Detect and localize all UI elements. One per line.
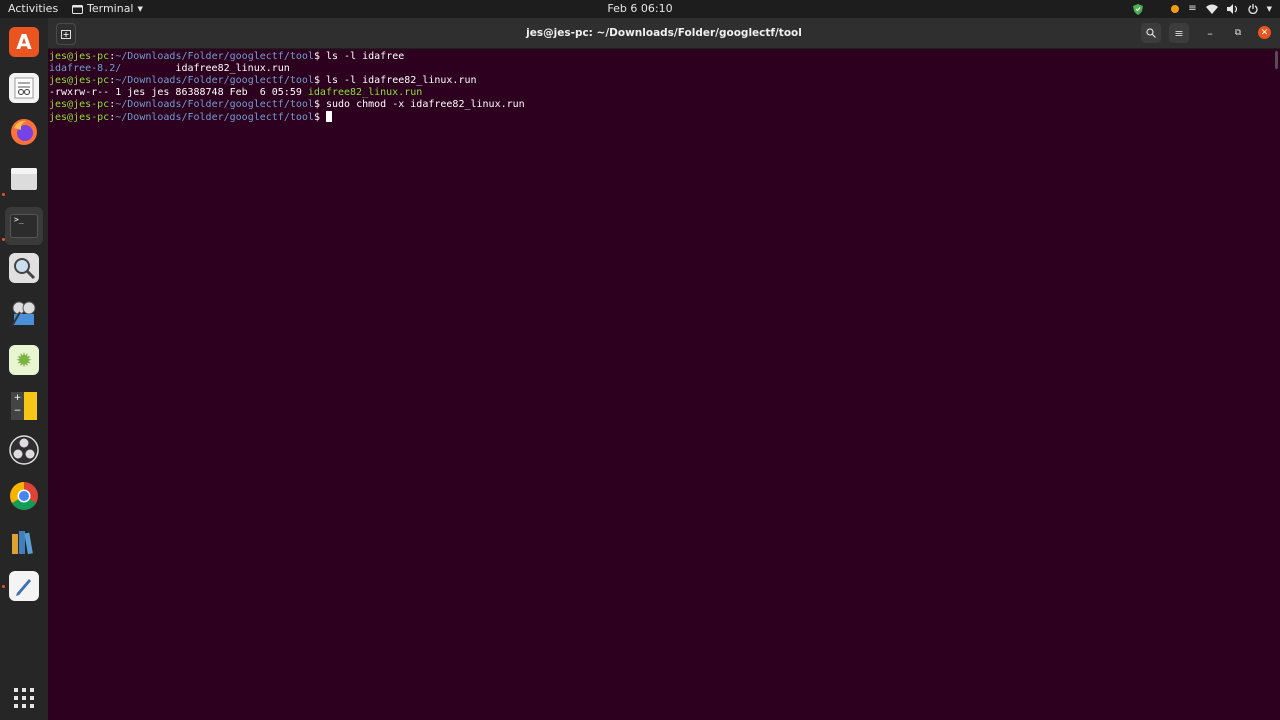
close-button[interactable]: ✕ (1258, 26, 1271, 39)
executable-file: idafree82_linux.run (307, 87, 423, 98)
system-tray[interactable]: ≡ ▼ (1133, 0, 1272, 18)
text-cursor (326, 111, 332, 122)
terminal-line: jes@jes-pc:~/Downloads/Folder/googlectf/… (49, 51, 405, 62)
command: ls -l idafree (319, 51, 405, 62)
running-indicator (2, 193, 5, 196)
command: ls -l idafree82_linux.run (319, 75, 477, 86)
hamburger-menu-button[interactable]: ≡ (1169, 23, 1189, 43)
prompt-user: jes@jes-pc (49, 99, 110, 110)
dock-ubuntu-software[interactable]: A (9, 27, 39, 57)
books-icon (12, 531, 33, 555)
calculator-icon: + − (11, 392, 37, 420)
ubuntu-software-icon: A (16, 30, 32, 54)
app-menu[interactable]: Terminal ▼ (72, 0, 143, 18)
magnifier-icon (14, 258, 36, 280)
prompt-path: ~/Downloads/Folder/googlectf/tool (115, 51, 314, 62)
terminal-line: jes@jes-pc:~/Downloads/Folder/googlectf/… (49, 75, 477, 86)
dock-search[interactable] (9, 253, 39, 283)
app-grid-icon (14, 688, 34, 708)
dir-entry: idafree-8.2/ (49, 63, 122, 74)
hamburger-icon: ≡ (1174, 26, 1184, 40)
dock-library[interactable] (9, 527, 39, 557)
top-bar: Activities Terminal ▼ Feb 6 06:10 ≡ ▼ (0, 0, 1280, 18)
dock-terminal[interactable]: >_ (5, 207, 43, 245)
chevron-down-icon[interactable]: ▼ (1267, 0, 1272, 18)
terminal-line: jes@jes-pc:~/Downloads/Folder/googlectf/… (49, 111, 332, 123)
dock-notes[interactable] (9, 73, 39, 103)
clock[interactable]: Feb 6 06:10 (607, 2, 672, 15)
prompt-path: ~/Downloads/Folder/googlectf/tool (115, 112, 314, 123)
terminal-icon: >_ (10, 214, 38, 238)
maximize-button[interactable]: ⧉ (1229, 23, 1247, 43)
prompt-user: jes@jes-pc (49, 75, 110, 86)
prompt-user: jes@jes-pc (49, 51, 110, 62)
chrome-icon (10, 482, 38, 510)
activities-button[interactable]: Activities (8, 0, 58, 18)
command: sudo chmod -x idafree82_linux.run (319, 99, 525, 110)
scrollbar[interactable] (1275, 51, 1278, 69)
search-button[interactable] (1141, 23, 1161, 43)
dock-files[interactable] (9, 163, 39, 193)
chevron-down-icon: ▼ (137, 5, 143, 13)
shield-icon[interactable] (1133, 3, 1144, 15)
terminal-line: -rwxrw-r-- 1 jes jes 86388748 Feb 6 05:5… (49, 87, 422, 99)
show-applications-button[interactable] (9, 683, 39, 713)
minimize-icon: – (1207, 26, 1213, 40)
dock-firefox[interactable] (9, 117, 39, 147)
search-icon (1146, 28, 1156, 38)
app-menu-label: Terminal (87, 2, 134, 15)
minimize-button[interactable]: – (1201, 23, 1219, 43)
prompt-user: jes@jes-pc (49, 112, 110, 123)
close-icon: ✕ (1260, 27, 1269, 38)
dock-text-editor[interactable] (9, 571, 39, 601)
terminal-line: jes@jes-pc:~/Downloads/Folder/googlectf/… (49, 99, 525, 110)
pencil-icon (16, 579, 31, 596)
firefox-icon (11, 119, 37, 145)
window-title: jes@jes-pc: ~/Downloads/Folder/googlectf… (526, 27, 802, 39)
menu-icon[interactable]: ≡ (1188, 0, 1196, 18)
dock: A >_ ✹ + − (0, 18, 49, 720)
recording-indicator-icon[interactable] (1171, 5, 1180, 13)
volume-icon[interactable] (1226, 4, 1239, 14)
prompt-path: ~/Downloads/Folder/googlectf/tool (115, 99, 314, 110)
obs-icon (9, 435, 39, 465)
terminal-line: idafree-8.2/ idafree82_linux.run (49, 63, 290, 75)
prompt-path: ~/Downloads/Folder/googlectf/tool (115, 75, 314, 86)
terminal-output[interactable]: jes@jes-pc:~/Downloads/Folder/googlectf/… (48, 49, 1280, 720)
dock-video-editor[interactable] (9, 299, 39, 329)
dock-obs[interactable] (9, 435, 39, 465)
window-header: jes@jes-pc: ~/Downloads/Folder/googlectf… (48, 18, 1280, 49)
notes-icon (14, 77, 34, 99)
clock-area: Feb 6 06:10 (0, 0, 1280, 18)
terminal-app-icon (72, 4, 83, 14)
video-editor-icon (11, 301, 36, 327)
dock-calculator[interactable]: + − (9, 391, 39, 421)
folder-icon (11, 168, 37, 190)
dock-chrome[interactable] (9, 481, 39, 511)
file-entry: idafree82_linux.run (175, 63, 290, 74)
dock-settings[interactable]: ✹ (9, 345, 39, 375)
power-icon[interactable] (1248, 4, 1258, 14)
wifi-icon[interactable] (1205, 4, 1218, 14)
gear-icon: ✹ (15, 348, 33, 372)
restore-icon: ⧉ (1234, 28, 1242, 38)
file-metadata: -rwxrw-r-- 1 jes jes 86388748 Feb 6 05:5… (49, 87, 308, 98)
running-indicator (2, 585, 5, 588)
